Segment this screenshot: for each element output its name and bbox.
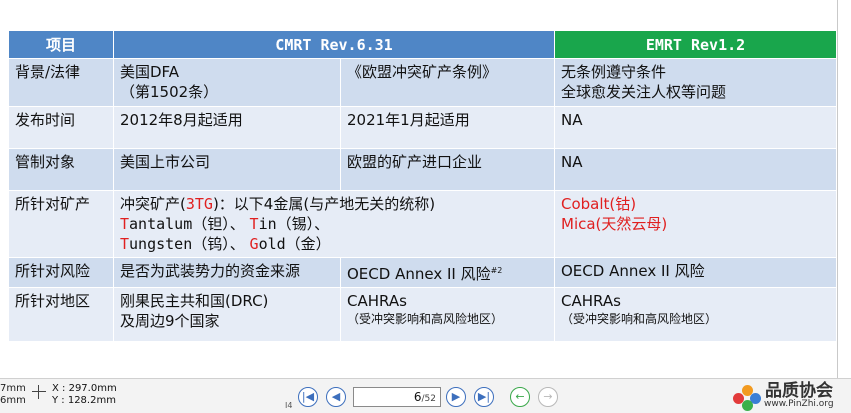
comparison-table: 项目 CMRT Rev.6.31 EMRT Rev1.2 背景/法律 美国DFA… (8, 30, 837, 342)
emrt-cell: NA (554, 106, 837, 149)
cmrt-cell-b: 欧盟的矿产进口企业 (340, 148, 555, 191)
logo-url: www.PinZhi.org (764, 399, 834, 409)
emrt-cell: NA (554, 148, 837, 191)
cmrt-cell-b: CAHRAs （受冲突影响和高风险地区） (340, 287, 555, 342)
arrow-left-icon: ← (515, 390, 525, 403)
cell-line: 刚果民主共和国(DRC) (120, 292, 269, 310)
logo-title: 品质协会 (765, 381, 833, 401)
last-page-button[interactable]: ▶| (474, 387, 494, 407)
cell-note: （受冲突影响和高风险地区） (561, 312, 718, 326)
coordinate-readout: X : 297.0mm Y : 128.2mm (52, 383, 117, 407)
mica-label: Mica(天然云母) (561, 215, 668, 233)
cmrt-cell-a: 2012年8月起适用 (113, 106, 341, 149)
y-readout: Y : 128.2mm (52, 395, 116, 406)
cell-line: CAHRAs (347, 292, 407, 310)
table-row-target: 管制对象 美国上市公司 欧盟的矿产进口企业 NA (8, 148, 837, 191)
cmrt-cell-b: OECD Annex II 风险#2 (340, 257, 555, 288)
table-header-row: 项目 CMRT Rev.6.31 EMRT Rev1.2 (8, 30, 837, 59)
last-page-icon: ▶| (477, 390, 491, 403)
header-emrt: EMRT Rev1.2 (554, 30, 837, 59)
next-page-icon: ▶ (451, 390, 461, 403)
cell-line: 全球愈发关注人权等问题 (561, 83, 727, 101)
minerals-intro: 冲突矿产(3TG)：以下4金属(与产地无关的统称) (120, 195, 436, 213)
table-row-risk: 所针对风险 是否为武装势力的资金来源 OECD Annex II 风险#2 OE… (8, 257, 837, 288)
first-page-button[interactable]: |◀ (298, 387, 318, 407)
emrt-cell: CAHRAs （受冲突影响和高风险地区） (554, 287, 837, 342)
cell-line: CAHRAs (561, 292, 621, 310)
cmrt-cell-b: 《欧盟冲突矿产条例》 (340, 58, 555, 107)
cell-line: （第1502条） (120, 83, 219, 101)
pinzhi-logo: 品质协会 www.PinZhi.org (733, 381, 851, 413)
unit-readout: 7mm 6mm (0, 383, 26, 406)
cmrt-cell-a: 是否为武装势力的资金来源 (113, 257, 341, 288)
table-row-background: 背景/法律 美国DFA （第1502条） 《欧盟冲突矿产条例》 无条例遵守条件 … (8, 58, 837, 107)
table-row-minerals: 所针对矿产 冲突矿产(3TG)：以下4金属(与产地无关的统称) Tantalum… (8, 190, 837, 258)
minerals-line-3: Tungsten（钨）、 Gold（金） (120, 235, 331, 253)
row-label: 管制对象 (8, 148, 114, 191)
footnote-mark: #2 (490, 266, 503, 275)
arrow-right-icon: → (543, 390, 553, 403)
crosshair-icon (32, 385, 46, 399)
row-label: 所针对风险 (8, 257, 114, 288)
row-label: 所针对地区 (8, 287, 114, 342)
first-page-icon: |◀ (301, 390, 315, 403)
3tg-label: 3TG (185, 195, 213, 213)
cell-line: 无条例遵守条件 (561, 63, 667, 81)
cmrt-cell-a: 美国上市公司 (113, 148, 341, 191)
cell-line: 及周边9个国家 (120, 312, 220, 330)
header-cmrt: CMRT Rev.6.31 (113, 30, 555, 59)
table-row-region: 所针对地区 刚果民主共和国(DRC) 及周边9个国家 CAHRAs （受冲突影响… (8, 287, 837, 342)
slide-canvas: 项目 CMRT Rev.6.31 EMRT Rev1.2 背景/法律 美国DFA… (0, 0, 851, 378)
table-row-release: 发布时间 2012年8月起适用 2021年1月起适用 NA (8, 106, 837, 149)
x-readout: X : 297.0mm (52, 383, 117, 394)
header-item: 项目 (8, 30, 114, 59)
cmrt-cell-a: 美国DFA （第1502条） (113, 58, 341, 107)
emrt-cell: OECD Annex II 风险 (554, 257, 837, 288)
cmrt-cell-b: 2021年1月起适用 (340, 106, 555, 149)
back-button[interactable]: ← (510, 387, 530, 407)
minerals-line-2: Tantalum（钽）、 Tin（锡）、 (120, 215, 330, 233)
forward-button[interactable]: → (538, 387, 558, 407)
cell-note: （受冲突影响和高风险地区） (347, 312, 504, 326)
prev-page-icon: ◀ (331, 390, 341, 403)
prev-page-button[interactable]: ◀ (326, 387, 346, 407)
cmrt-cell-a: 刚果民主共和国(DRC) 及周边9个国家 (113, 287, 341, 342)
toolbar-mark: I4 (285, 401, 293, 410)
next-page-button[interactable]: ▶ (446, 387, 466, 407)
cell-line: 美国DFA (120, 63, 180, 81)
page-edge (837, 0, 851, 378)
emrt-cell: 无条例遵守条件 全球愈发关注人权等问题 (554, 58, 837, 107)
bottom-toolbar: 7mm 6mm X : 297.0mm Y : 128.2mm I4 |◀ ◀ … (0, 378, 851, 413)
row-label: 所针对矿产 (8, 190, 114, 258)
cobalt-label: Cobalt(钴) (561, 195, 637, 213)
emrt-cell: Cobalt(钴) Mica(天然云母) (554, 190, 837, 258)
row-label: 背景/法律 (8, 58, 114, 107)
flower-logo-icon (733, 385, 761, 411)
row-label: 发布时间 (8, 106, 114, 149)
cmrt-minerals-cell: 冲突矿产(3TG)：以下4金属(与产地无关的统称) Tantalum（钽）、 T… (113, 190, 555, 258)
page-number-input[interactable]: 6/52 (353, 387, 441, 407)
